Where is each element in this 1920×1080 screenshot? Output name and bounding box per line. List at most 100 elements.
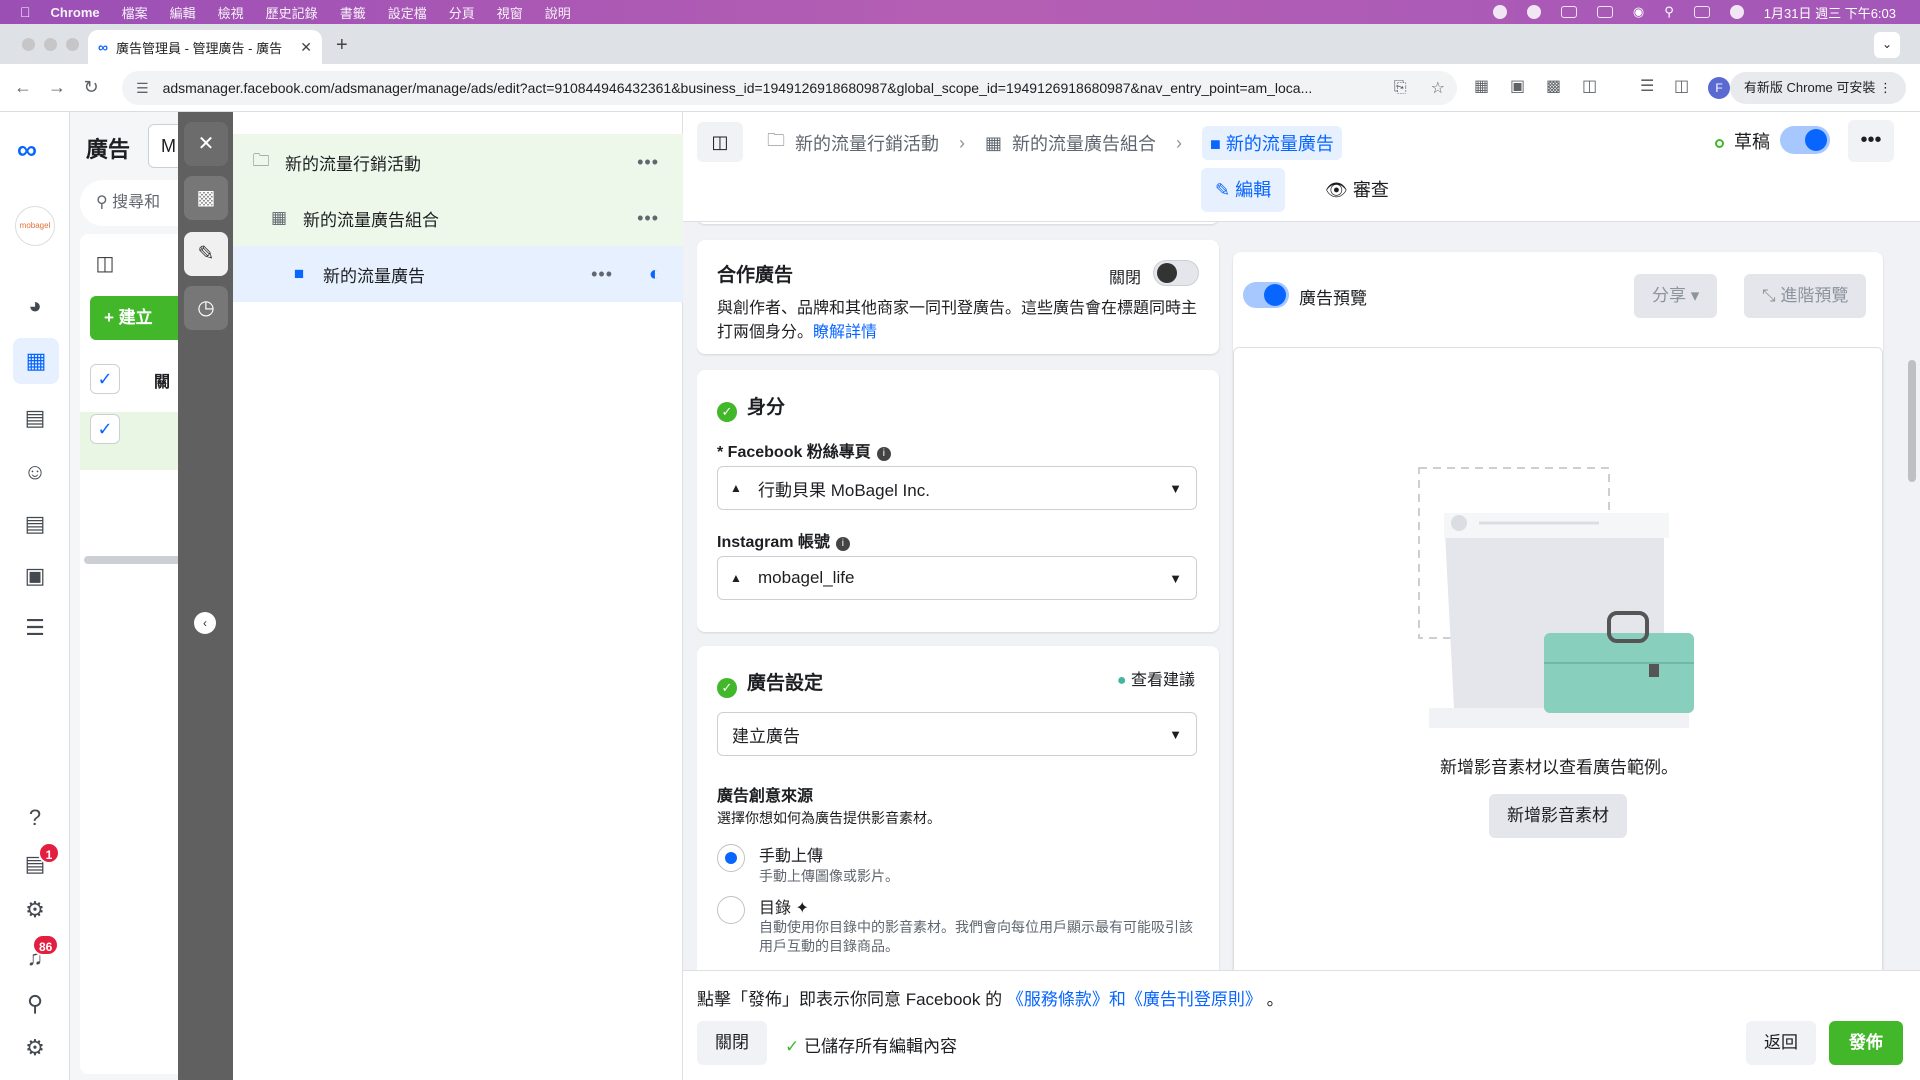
forward-button[interactable]: → bbox=[40, 77, 74, 98]
share-button[interactable]: 分享 ▾ bbox=[1634, 274, 1718, 318]
tree-item-adset[interactable]: ▦ 新的流量廣告組合 ••• bbox=[233, 190, 683, 246]
history-clock-icon[interactable]: ◷ bbox=[184, 286, 228, 330]
report-bug-icon[interactable]: ⚙ bbox=[19, 1032, 51, 1064]
battery-icon[interactable] bbox=[1596, 6, 1613, 18]
spotlight-icon[interactable]: ⚲ bbox=[1664, 4, 1674, 20]
info-icon[interactable]: i bbox=[835, 537, 850, 551]
back-button[interactable]: 返回 bbox=[1746, 1021, 1816, 1065]
reading-list-icon[interactable]: ☰ bbox=[1640, 76, 1654, 96]
folder-icon[interactable]: ◫ bbox=[90, 250, 120, 280]
facebook-page-select[interactable]: ▲ 行動貝果 MoBagel Inc. ▼ bbox=[717, 466, 1197, 510]
instagram-account-select[interactable]: ▲ mobagel_life ▼ bbox=[717, 556, 1197, 600]
adset-more-icon[interactable]: ••• bbox=[637, 208, 659, 229]
translate-extension-icon[interactable]: ▣ bbox=[1510, 76, 1525, 96]
view-suggestions-button[interactable]: ● 查看建議 bbox=[1117, 666, 1195, 690]
close-editor-icon[interactable]: ✕ bbox=[184, 122, 228, 166]
catalog-book-icon[interactable]: ▤ bbox=[19, 402, 51, 434]
bookmark-star-icon[interactable]: ☆ bbox=[1431, 78, 1445, 98]
toggle-panel-icon[interactable]: ◫ bbox=[697, 122, 743, 162]
collapse-chevron-icon[interactable]: ‹ bbox=[194, 612, 216, 634]
charts-icon[interactable]: ▩ bbox=[184, 176, 228, 220]
ad-more-icon[interactable]: ••• bbox=[591, 264, 613, 285]
side-panel-icon[interactable]: ◫ bbox=[1674, 76, 1689, 96]
ad-active-toggle[interactable] bbox=[1780, 126, 1830, 154]
media-library-icon[interactable]: ▣ bbox=[19, 560, 51, 592]
billing-stack-icon[interactable]: ▤ bbox=[19, 508, 51, 540]
campaign-more-icon[interactable]: ••• bbox=[637, 152, 659, 173]
breadcrumb-campaign[interactable]: 新的流量行銷活動 bbox=[795, 130, 939, 156]
meta-logo-icon[interactable]: ∞ bbox=[17, 134, 37, 166]
column-header[interactable]: 關 bbox=[154, 368, 170, 392]
terms-link[interactable]: 《服務條款》和《廣告刊登原則》 bbox=[1007, 990, 1262, 1009]
ad-status-half-icon[interactable]: ◐ bbox=[649, 263, 661, 286]
reload-button[interactable]: ↻ bbox=[74, 77, 108, 98]
breadcrumb-adset[interactable]: 新的流量廣告組合 bbox=[1012, 130, 1156, 156]
all-tools-menu-icon[interactable]: ☰ bbox=[19, 612, 51, 644]
horizontal-scrollbar[interactable] bbox=[84, 556, 184, 564]
create-button[interactable]: + 建立 bbox=[90, 296, 190, 340]
audiences-people-icon[interactable]: ☺ bbox=[19, 456, 51, 488]
publish-button[interactable]: 發佈 bbox=[1829, 1021, 1903, 1065]
install-app-icon[interactable]: ⎘ bbox=[1394, 79, 1407, 97]
menu-tab[interactable]: 分頁 bbox=[449, 3, 475, 22]
tab-review[interactable]: 👁 審查 bbox=[1311, 168, 1403, 212]
editor-scrollbar[interactable] bbox=[1908, 360, 1916, 482]
menubar-datetime[interactable]: 1月31日 週三 下午6:03 bbox=[1764, 3, 1896, 22]
tree-item-ad[interactable]: ■ 新的流量廣告 ••• ◐ bbox=[233, 246, 683, 302]
close-window-button[interactable] bbox=[22, 38, 35, 51]
catalog-radio[interactable] bbox=[717, 896, 745, 924]
settings-gear-icon[interactable]: ⚙ bbox=[19, 894, 51, 926]
siri-icon[interactable] bbox=[1729, 5, 1744, 19]
menu-file[interactable]: 檔案 bbox=[122, 3, 148, 22]
menu-history[interactable]: 歷史記錄 bbox=[266, 3, 318, 22]
control-center-icon[interactable] bbox=[1693, 6, 1710, 18]
add-media-button[interactable]: 新增影音素材 bbox=[1489, 794, 1627, 838]
site-info-icon[interactable]: ☰ bbox=[136, 80, 149, 97]
tab-search-button[interactable]: ⌄ bbox=[1874, 32, 1900, 58]
close-button[interactable]: 關閉 bbox=[697, 1021, 767, 1065]
learn-more-link[interactable]: 瞭解詳情 bbox=[813, 324, 877, 341]
edit-pencil-icon[interactable]: ✎ bbox=[184, 232, 228, 276]
menu-view[interactable]: 檢視 bbox=[218, 3, 244, 22]
select-all-checkbox[interactable]: ✓ bbox=[90, 364, 120, 394]
address-bar[interactable]: ☰ adsmanager.facebook.com/adsmanager/man… bbox=[122, 71, 1457, 105]
zoom-window-button[interactable] bbox=[66, 38, 79, 51]
minimize-window-button[interactable] bbox=[44, 38, 57, 51]
advanced-preview-button[interactable]: ⤡ 進階預覽 bbox=[1744, 274, 1867, 318]
line-icon[interactable] bbox=[1492, 5, 1507, 19]
extensions-puzzle-icon[interactable]: ◫ bbox=[1582, 76, 1597, 96]
extension-1-icon[interactable]: ▦ bbox=[1474, 76, 1489, 96]
menu-app[interactable]: Chrome bbox=[51, 5, 100, 20]
search-icon[interactable]: ⚲ bbox=[19, 988, 51, 1020]
menu-window[interactable]: 視窗 bbox=[497, 3, 523, 22]
record-icon[interactable] bbox=[1526, 5, 1541, 19]
url-text[interactable]: adsmanager.facebook.com/adsmanager/manag… bbox=[163, 80, 1382, 96]
apple-icon[interactable]:  bbox=[20, 4, 31, 20]
back-button[interactable]: ← bbox=[6, 77, 40, 98]
menu-help[interactable]: 說明 bbox=[545, 3, 571, 22]
menu-profiles[interactable]: 設定檔 bbox=[388, 3, 427, 22]
menu-bookmarks[interactable]: 書籤 bbox=[340, 3, 366, 22]
preview-toggle[interactable] bbox=[1243, 282, 1289, 308]
breadcrumb-ad[interactable]: ■ 新的流量廣告 bbox=[1202, 126, 1342, 160]
more-options-button[interactable]: ••• bbox=[1848, 120, 1894, 162]
manual-upload-radio[interactable] bbox=[717, 844, 745, 872]
extension-3-icon[interactable]: ▩ bbox=[1546, 76, 1561, 96]
ads-manager-table-icon[interactable]: ▦ bbox=[13, 338, 59, 384]
help-question-icon[interactable]: ? bbox=[19, 802, 51, 834]
profile-avatar[interactable]: F bbox=[1708, 77, 1730, 99]
tree-item-campaign[interactable]: 🗀 新的流量行銷活動 ••• bbox=[233, 134, 683, 190]
manual-upload-title[interactable]: 手動上傳 bbox=[759, 842, 823, 866]
ad-format-select[interactable]: 建立廣告 ▼ bbox=[717, 712, 1197, 756]
catalog-title-row[interactable]: 目錄 ✦ bbox=[759, 894, 809, 918]
partnership-toggle[interactable] bbox=[1153, 260, 1199, 286]
wifi-icon[interactable]: ◉ bbox=[1633, 4, 1644, 20]
chrome-update-chip[interactable]: 有新版 Chrome 可安裝 ⋮ bbox=[1729, 72, 1906, 104]
row-checkbox[interactable]: ✓ bbox=[90, 414, 120, 444]
menu-edit[interactable]: 編輯 bbox=[170, 3, 196, 22]
tab-edit[interactable]: ✎ 編輯 bbox=[1201, 168, 1286, 212]
tab-close-icon[interactable]: ✕ bbox=[300, 39, 312, 56]
input-method-icon[interactable] bbox=[1560, 6, 1577, 18]
info-icon[interactable]: i bbox=[876, 447, 891, 461]
browser-tab-active[interactable]: ∞ 廣告管理員 - 管理廣告 - 廣告 ✕ bbox=[88, 30, 322, 64]
